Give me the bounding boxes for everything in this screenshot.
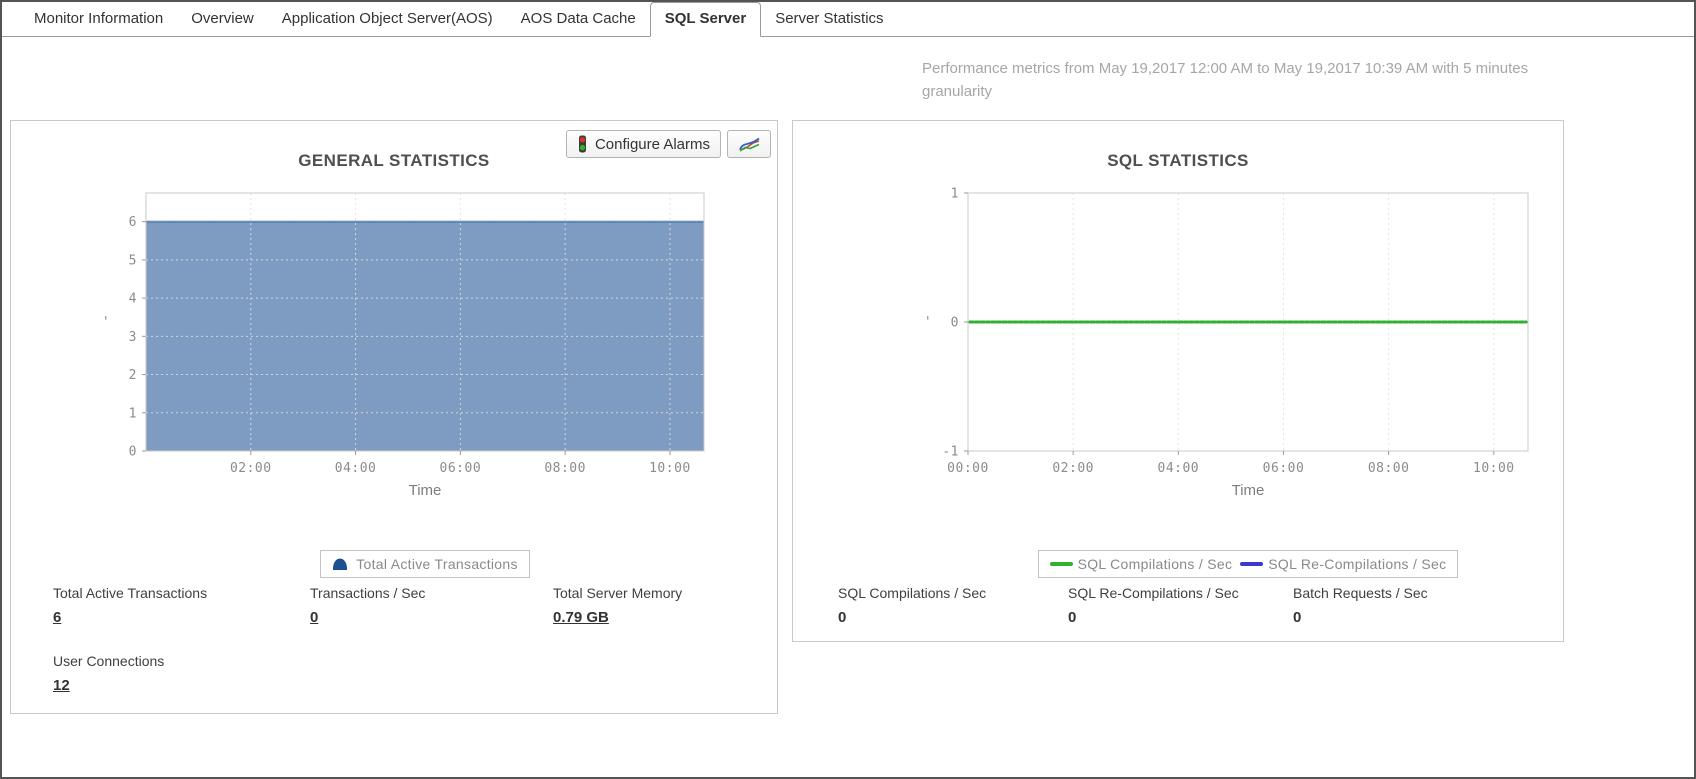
stat-label: Transactions / Sec — [310, 585, 426, 601]
configure-alarms-label: Configure Alarms — [594, 135, 710, 153]
svg-text:4: 4 — [129, 292, 137, 307]
stat-transactions-per-sec: Transactions / Sec 0 — [310, 585, 553, 627]
tab-bar: Monitor Information Overview Application… — [2, 2, 1694, 37]
general-statistics-legend: Total Active Transactions — [320, 550, 530, 578]
stat-value-link[interactable]: 12 — [53, 677, 70, 694]
svg-text:0: 0 — [129, 445, 137, 460]
svg-text:Time: Time — [409, 482, 442, 499]
stat-value-link[interactable]: 6 — [53, 609, 61, 626]
svg-text:5: 5 — [129, 253, 137, 268]
stat-value: 0 — [1068, 609, 1077, 626]
stat-label: Batch Requests / Sec — [1293, 585, 1428, 601]
svg-text:1: 1 — [129, 406, 137, 421]
sql-statistics-values: SQL Compilations / Sec 0 SQL Re-Compilat… — [838, 585, 1543, 627]
stat-label: SQL Re-Compilations / Sec — [1068, 585, 1239, 601]
stat-total-server-memory: Total Server Memory 0.79 GB — [553, 585, 757, 627]
svg-text:06:00: 06:00 — [1263, 461, 1305, 476]
stat-value-link[interactable]: 0.79 GB — [553, 609, 609, 626]
legend-entry-sql-compilations: SQL Compilations / Sec — [1049, 556, 1233, 572]
stat-label: User Connections — [53, 653, 165, 669]
performance-metrics-note: Performance metrics from May 19,2017 12:… — [922, 60, 1529, 100]
svg-text:Time: Time — [1232, 482, 1265, 499]
chart-toolbar: Configure Alarms — [565, 130, 771, 158]
svg-text:10:00: 10:00 — [1473, 461, 1515, 476]
general-statistics-panel: Configure Alarms GENERAL STATISTICS 0123… — [10, 120, 778, 714]
legend-entry-sql-recompilations: SQL Re-Compilations / Sec — [1240, 556, 1446, 572]
tab-application-object-server[interactable]: Application Object Server(AOS) — [268, 2, 507, 36]
traffic-light-icon — [577, 135, 588, 153]
stat-label: SQL Compilations / Sec — [838, 585, 987, 601]
sql-statistics-legend: SQL Compilations / Sec SQL Re-Compilatio… — [1037, 550, 1459, 578]
general-statistics-chart: 0 1 2 3 4 5 6 02:00 04:00 06:00 08:00 10:00 Time ' — [102, 192, 705, 499]
general-statistics-values: Total Active Transactions 6 Transactions… — [53, 585, 757, 695]
svg-text:6: 6 — [129, 215, 137, 230]
line-chart-icon — [738, 137, 760, 152]
svg-text:2: 2 — [129, 368, 137, 383]
stat-sql-compilations: SQL Compilations / Sec 0 — [838, 585, 1068, 627]
blue-line-swatch-icon — [1240, 562, 1264, 566]
stat-value: 0 — [838, 609, 847, 626]
sql-statistics-chart: 1 0 -100:00 02:00 04:00 06:00 08:00 10:00 Time ' — [924, 187, 1529, 499]
stat-total-active-transactions: Total Active Transactions 6 — [53, 585, 310, 627]
tab-server-statistics[interactable]: Server Statistics — [761, 2, 897, 36]
stat-sql-recompilations: SQL Re-Compilations / Sec 0 — [1068, 585, 1293, 627]
svg-text:1: 1 — [951, 187, 959, 202]
legend-label: SQL Re-Compilations / Sec — [1268, 556, 1447, 572]
svg-text:04:00: 04:00 — [1158, 461, 1200, 476]
svg-text:-1: -1 — [942, 445, 959, 460]
stat-batch-requests: Batch Requests / Sec 0 — [1293, 585, 1543, 627]
svg-text:00:00: 00:00 — [947, 461, 989, 476]
svg-text:04:00: 04:00 — [335, 461, 377, 476]
svg-text:08:00: 08:00 — [1368, 461, 1410, 476]
graph-view-button[interactable] — [727, 130, 771, 158]
svg-text:10:00: 10:00 — [649, 461, 691, 476]
sql-statistics-title: SQL STATISTICS — [1107, 151, 1249, 170]
stat-label: Total Server Memory — [553, 585, 683, 601]
tab-overview[interactable]: Overview — [177, 2, 268, 36]
legend-label: Total Active Transactions — [356, 556, 518, 572]
stat-user-connections: User Connections 12 — [53, 653, 310, 695]
green-line-swatch-icon — [1049, 562, 1073, 566]
tab-monitor-information[interactable]: Monitor Information — [20, 2, 177, 36]
tab-aos-data-cache[interactable]: AOS Data Cache — [507, 2, 650, 36]
svg-text:02:00: 02:00 — [1052, 461, 1094, 476]
area-swatch-icon — [333, 558, 348, 570]
sql-statistics-panel: SQL STATISTICS 1 0 -1 00:00 02:00 04:00 06:00 0… — [792, 120, 1564, 642]
legend-label: SQL Compilations / Sec — [1077, 556, 1233, 572]
stat-label: Total Active Transactions — [53, 585, 208, 601]
tab-sql-server[interactable]: SQL Server — [649, 2, 762, 37]
svg-text:': ' — [102, 315, 110, 330]
svg-text:02:00: 02:00 — [230, 461, 272, 476]
svg-text:0: 0 — [951, 316, 959, 331]
svg-text:3: 3 — [129, 330, 137, 345]
svg-text:': ' — [924, 315, 932, 330]
sql-server-dashboard: Monitor Information Overview Application… — [0, 0, 1696, 779]
svg-text:08:00: 08:00 — [544, 461, 586, 476]
configure-alarms-button[interactable]: Configure Alarms — [565, 130, 721, 158]
stat-value-link[interactable]: 0 — [310, 609, 318, 626]
svg-text:06:00: 06:00 — [440, 461, 482, 476]
stat-value: 0 — [1293, 609, 1302, 626]
